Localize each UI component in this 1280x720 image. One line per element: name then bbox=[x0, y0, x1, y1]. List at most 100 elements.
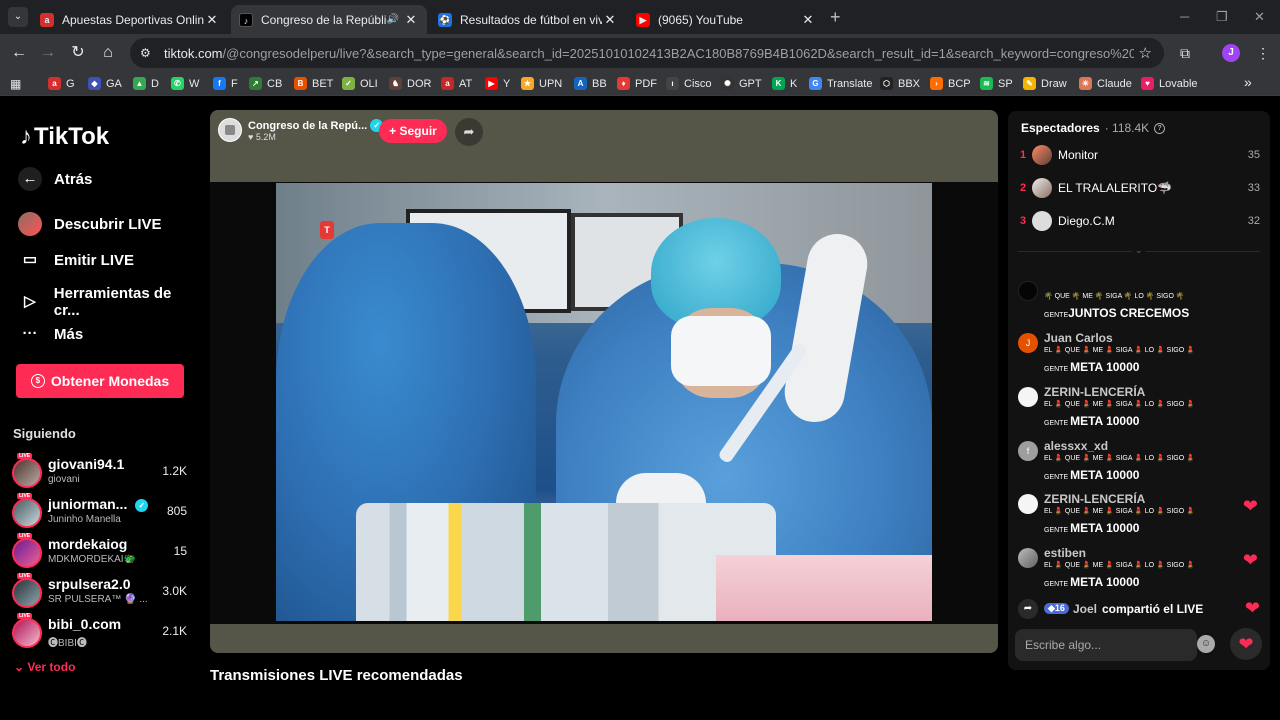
bookmark-item[interactable]: ♞ DOR bbox=[389, 77, 431, 90]
close-icon[interactable]: ✕ bbox=[602, 12, 618, 28]
chevron-down-icon[interactable]: ⌄ bbox=[1132, 245, 1146, 256]
bookmark-item[interactable]: A BB bbox=[574, 77, 607, 90]
url-text[interactable]: tiktok.com/@congresodelperu/live?&search… bbox=[164, 46, 1134, 61]
bookmark-icon: ↗ bbox=[249, 77, 262, 90]
new-tab-button[interactable]: + bbox=[830, 7, 841, 28]
follow-button[interactable]: + Seguir bbox=[379, 119, 447, 143]
bookmark-item[interactable]: aG bbox=[48, 77, 75, 90]
tab-congreso[interactable]: ♪ Congreso de la República ( 🔊 ✕ bbox=[231, 5, 427, 34]
avatar: f bbox=[1018, 441, 1038, 461]
following-item[interactable]: LIVE mordekaiog MDKMORDEKAI🐲 15 bbox=[12, 533, 192, 572]
chat-message[interactable]: ZERIN-LENCERÍA EL 💄 QUE 💄 ME 💄 SIGA 💄 LO… bbox=[1018, 385, 1258, 435]
restore-icon[interactable]: ❐ bbox=[1216, 9, 1228, 25]
tab-apuestas[interactable]: a Apuestas Deportivas Online | Ap ✕ bbox=[32, 5, 228, 34]
following-item[interactable]: LIVE giovani94.1 giovani 1.2K bbox=[12, 453, 192, 492]
bookmark-item[interactable]: ♥ Lovable bbox=[1141, 77, 1198, 90]
bookmark-item[interactable]: B BET bbox=[294, 77, 333, 90]
close-icon[interactable]: ✕ bbox=[800, 12, 816, 28]
reload-icon[interactable]: ↻ bbox=[67, 42, 89, 64]
see-all-link[interactable]: ⌄ Ver todo bbox=[14, 660, 75, 674]
tab-favicon: ⚽ bbox=[438, 12, 452, 27]
nav-discover-live[interactable]: Descubrir LIVE bbox=[18, 212, 162, 236]
info-icon[interactable]: ? bbox=[1154, 122, 1166, 134]
browser-tab-strip: ⌄ a Apuestas Deportivas Online | Ap ✕ ♪ … bbox=[0, 0, 1280, 34]
tiktok-favicon: ♪ bbox=[239, 12, 253, 27]
speaker-icon[interactable]: 🔊 bbox=[387, 14, 399, 25]
bookmark-item[interactable]: G Translate bbox=[809, 77, 872, 90]
ranking-row[interactable]: 3 Diego.C.M 32 bbox=[1020, 209, 1260, 233]
tab-youtube[interactable]: ▶ (9065) YouTube ✕ bbox=[628, 5, 824, 34]
bookmark-icon: a bbox=[48, 77, 61, 90]
pdf-icon: ♦ bbox=[617, 77, 630, 90]
nav-go-live[interactable]: ▭ Emitir LIVE bbox=[18, 248, 134, 272]
minimize-icon[interactable]: ─ bbox=[1180, 9, 1189, 24]
bookmark-item[interactable]: ▲ D bbox=[133, 77, 159, 90]
bookmark-item[interactable]: fF bbox=[213, 77, 238, 90]
window-close-icon[interactable]: ✕ bbox=[1254, 9, 1265, 25]
chat-message[interactable]: estiben EL 💄 QUE 💄 ME 💄 SIGA 💄 LO 💄 SIGO… bbox=[1018, 546, 1258, 596]
tiktok-logo[interactable]: ♪ TikTok bbox=[20, 123, 109, 151]
bookmark-item[interactable]: ✳ Claude bbox=[1079, 77, 1132, 90]
bookmark-item[interactable]: ✺ GPT bbox=[721, 77, 762, 90]
live-video[interactable]: T bbox=[276, 183, 932, 621]
tab-resultados[interactable]: ⚽ Resultados de fútbol en vivo, M ✕ bbox=[430, 5, 626, 34]
emoji-icon[interactable]: ☺ bbox=[1197, 635, 1215, 653]
bookmark-star-icon[interactable]: ☆ bbox=[1139, 44, 1152, 62]
share-icon[interactable]: ➦ bbox=[455, 118, 483, 146]
host-avatar[interactable] bbox=[218, 118, 242, 142]
browser-menu-icon[interactable]: ⋮ bbox=[1256, 45, 1270, 62]
share-event[interactable]: ➦ ◆16 Joel compartió el LIVE ❤ bbox=[1018, 598, 1260, 619]
bookmark-item[interactable]: ↗ CB bbox=[249, 77, 282, 90]
ranking-row[interactable]: 2 EL TRALALERITO🦈 33 bbox=[1020, 176, 1260, 200]
nav-more[interactable]: ··· Más bbox=[18, 322, 84, 346]
following-item[interactable]: LIVE bibi_0.com 🅒BIBI🅒 2.1K bbox=[12, 613, 192, 652]
bookmark-icon: ◆ bbox=[88, 77, 101, 90]
home-icon[interactable]: ⌂ bbox=[97, 42, 119, 64]
address-bar[interactable]: ⚙ tiktok.com/@congresodelperu/live?&sear… bbox=[130, 38, 1164, 68]
bookmark-item[interactable]: ≋ SP bbox=[980, 77, 1013, 90]
like-heart-button[interactable]: ❤ bbox=[1230, 628, 1262, 660]
host-card[interactable]: Congreso de la Repú... ✓ ♥ 5.2M bbox=[218, 118, 384, 142]
bookmark-item[interactable]: › BCP bbox=[930, 77, 971, 90]
tab-search-button[interactable]: ⌄ bbox=[8, 7, 28, 27]
avatar bbox=[1032, 211, 1052, 231]
nav-back[interactable]: ← Atrás bbox=[18, 167, 92, 191]
heart-icon: ❤ bbox=[1244, 598, 1260, 618]
forward-icon[interactable]: → bbox=[37, 42, 59, 64]
following-item[interactable]: LIVE juniorman... ✓ Juninho Manella 805 bbox=[12, 493, 192, 532]
chat-message[interactable]: ZERIN-LENCERÍA EL 💄 QUE 💄 ME 💄 SIGA 💄 LO… bbox=[1018, 492, 1258, 542]
ranking-row[interactable]: 1 Monitor 35 bbox=[1020, 143, 1260, 167]
bookmark-item[interactable]: ✆ W bbox=[171, 77, 199, 90]
site-info-icon[interactable]: ⚙ bbox=[140, 46, 154, 60]
following-item[interactable]: LIVE srpulsera2.0 SR PULSERA™ 🔮 ... 3.0K bbox=[12, 573, 192, 612]
heart-icon: ❤ bbox=[1242, 496, 1258, 516]
bookmark-item[interactable]: a AT bbox=[441, 77, 472, 90]
profile-avatar[interactable]: J bbox=[1222, 44, 1240, 62]
close-icon[interactable]: ✕ bbox=[204, 12, 220, 28]
bookmark-item[interactable]: ✎ Draw bbox=[1023, 77, 1067, 90]
chat-message[interactable]: J Juan Carlos EL 💄 QUE 💄 ME 💄 SIGA 💄 LO … bbox=[1018, 331, 1258, 381]
bookmark-item[interactable]: ı Cisco bbox=[666, 77, 712, 90]
bookmark-item[interactable]: ★ UPN bbox=[521, 77, 562, 90]
get-coins-button[interactable]: $ Obtener Monedas bbox=[16, 364, 184, 398]
back-icon[interactable]: ← bbox=[8, 42, 30, 64]
bookmark-item[interactable]: ⬡ BBX bbox=[880, 77, 920, 90]
bookmark-item[interactable]: KK bbox=[772, 77, 797, 90]
chat-message[interactable]: f alessxx_xd EL 💄 QUE 💄 ME 💄 SIGA 💄 LO 💄… bbox=[1018, 439, 1258, 489]
apps-grid-icon[interactable]: ▦ bbox=[10, 77, 21, 91]
chat-message[interactable]: 🌴 QUE 🌴 ME 🌴 SIGA 🌴 LO 🌴 SIGO 🌴 GENTEJUN… bbox=[1018, 279, 1258, 329]
chat-input[interactable]: Escribe algo... bbox=[1015, 629, 1197, 661]
avatar bbox=[12, 538, 42, 568]
whatsapp-icon: ✆ bbox=[171, 77, 184, 90]
extensions-icon[interactable]: ⧉ bbox=[1180, 45, 1190, 62]
bookmarks-overflow-icon[interactable]: » bbox=[1244, 74, 1252, 90]
nav-creator-tools[interactable]: ▷ Herramientas de cr... bbox=[18, 285, 200, 319]
bookmark-item[interactable]: ▶ Y bbox=[485, 77, 510, 90]
heart-icon: ❤ bbox=[1242, 550, 1258, 570]
bookmark-icon: ⬡ bbox=[880, 77, 893, 90]
tab-title: (9065) YouTube bbox=[658, 12, 743, 27]
close-icon[interactable]: ✕ bbox=[403, 12, 419, 28]
bookmark-item[interactable]: ◆ GA bbox=[88, 77, 122, 90]
bookmark-item[interactable]: ✓ OLI bbox=[342, 77, 378, 90]
bookmark-item[interactable]: ♦ PDF bbox=[617, 77, 657, 90]
